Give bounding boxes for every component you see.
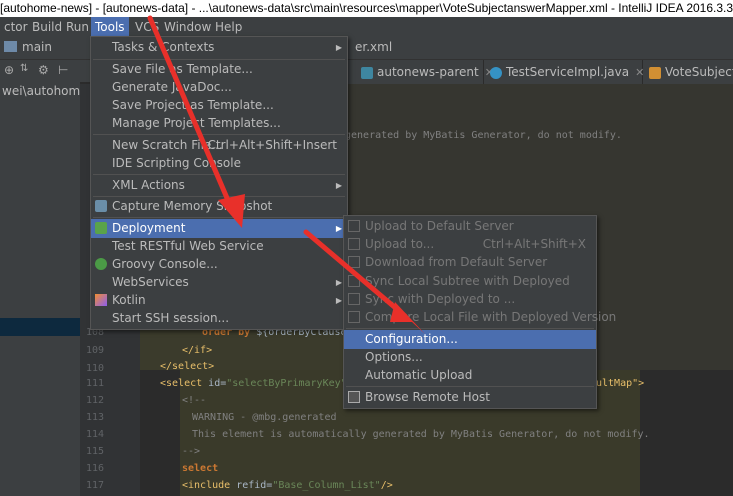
annotation-arrow-to-deployment [147,15,245,228]
annotation-arrow-to-configuration [303,229,425,334]
annotation-arrows [147,15,425,334]
